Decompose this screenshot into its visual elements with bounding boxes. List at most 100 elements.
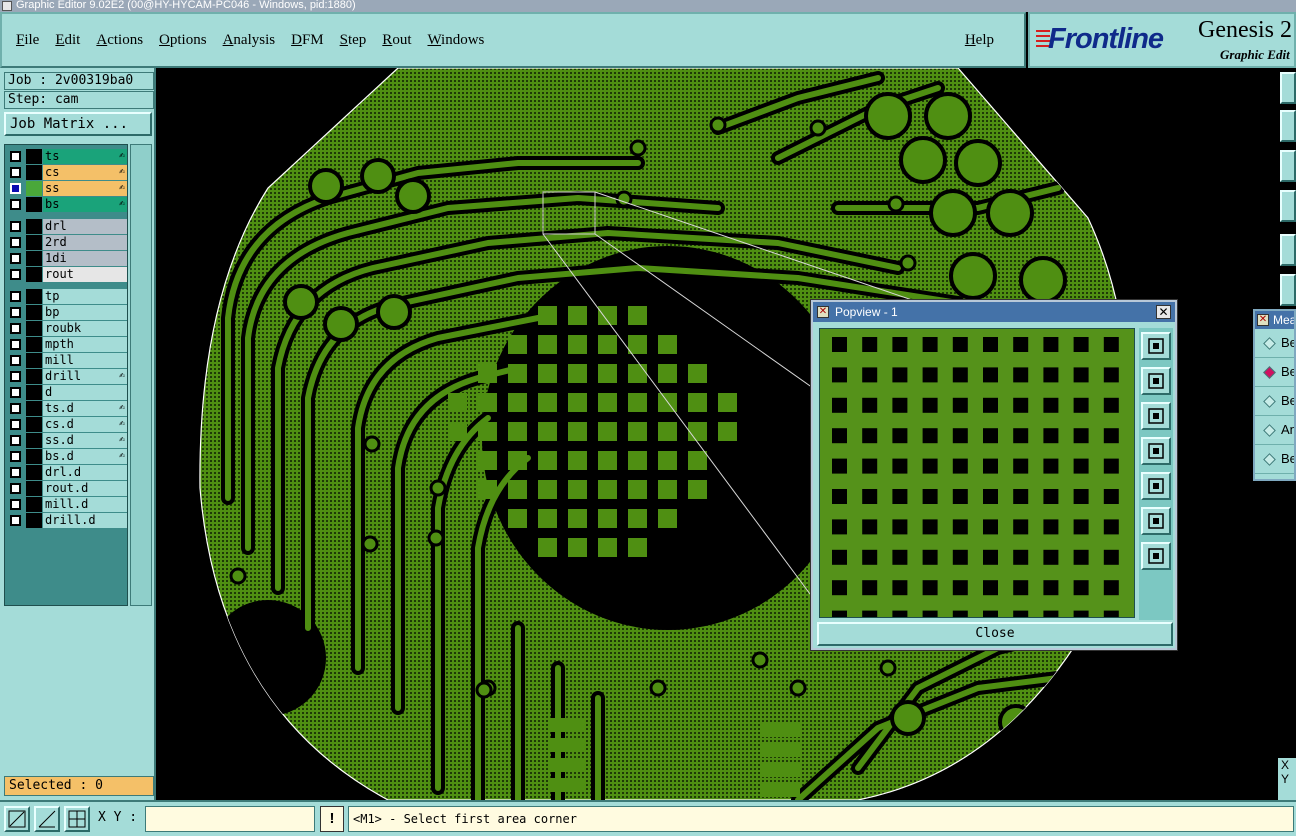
layer-checkbox[interactable] <box>10 403 21 414</box>
layer-checkbox[interactable] <box>10 387 21 398</box>
radio-diamond-icon[interactable] <box>1263 337 1276 350</box>
layer-work-marker[interactable] <box>26 513 42 528</box>
layer-row-ts[interactable]: ts ✍ <box>7 149 127 164</box>
popview-title-bar[interactable]: ✕ Popview - 1 ✕ <box>813 302 1175 322</box>
layer-row-1di[interactable]: 1di <box>7 251 127 266</box>
layer-label[interactable]: ts ✍ <box>43 149 127 164</box>
layer-row-d[interactable]: d <box>7 385 127 400</box>
measure-tool-icon[interactable] <box>34 806 60 832</box>
layer-work-marker[interactable] <box>26 251 42 266</box>
layer-row-bs-d[interactable]: bs.d ✍ <box>7 449 127 464</box>
layer-work-marker[interactable] <box>26 449 42 464</box>
layer-label[interactable]: d <box>43 385 127 400</box>
right-tool-1[interactable] <box>1280 72 1296 104</box>
radio-diamond-icon[interactable] <box>1263 395 1276 408</box>
layer-checkbox[interactable] <box>10 371 21 382</box>
layer-checkbox[interactable] <box>10 199 21 210</box>
layer-label[interactable]: drill.d <box>43 513 127 528</box>
pan-up-icon[interactable] <box>1141 367 1171 395</box>
pan-left-icon[interactable] <box>1141 437 1171 465</box>
layer-work-marker[interactable] <box>26 481 42 496</box>
layer-work-marker[interactable] <box>26 267 42 282</box>
job-matrix-button[interactable]: Job Matrix ... <box>4 112 152 136</box>
layer-row-rout-d[interactable]: rout.d <box>7 481 127 496</box>
layer-label[interactable]: bs.d ✍ <box>43 449 127 464</box>
measure-option[interactable]: Be <box>1255 387 1294 416</box>
measure-option[interactable]: Be <box>1255 358 1294 387</box>
layer-label[interactable]: cs ✍ <box>43 165 127 180</box>
grid-icon[interactable] <box>64 806 90 832</box>
layer-label[interactable]: ss.d ✍ <box>43 433 127 448</box>
right-tool-6[interactable] <box>1280 274 1296 306</box>
layer-label[interactable]: bp <box>43 305 127 320</box>
layer-row-ss-d[interactable]: ss.d ✍ <box>7 433 127 448</box>
measure-option[interactable]: Be <box>1255 445 1294 474</box>
layer-row-drl-d[interactable]: drl.d <box>7 465 127 480</box>
menu-actions[interactable]: Actions <box>96 32 143 49</box>
layer-row-drl[interactable]: drl <box>7 219 127 234</box>
layer-row-drill-d[interactable]: drill.d <box>7 513 127 528</box>
layer-label[interactable]: roubk <box>43 321 127 336</box>
menu-step[interactable]: Step <box>340 32 367 49</box>
menu-rout[interactable]: Rout <box>382 32 411 49</box>
layer-label[interactable]: mpth <box>43 337 127 352</box>
measure-title-bar[interactable]: ✕ Mea <box>1255 311 1294 329</box>
layer-row-rout[interactable]: rout <box>7 267 127 282</box>
layer-work-marker[interactable] <box>26 417 42 432</box>
layer-work-marker[interactable] <box>26 337 42 352</box>
layer-work-marker[interactable] <box>26 401 42 416</box>
layer-work-marker[interactable] <box>26 165 42 180</box>
right-tool-5[interactable] <box>1280 234 1296 266</box>
layer-label[interactable]: drl.d <box>43 465 127 480</box>
layer-checkbox[interactable] <box>10 183 21 194</box>
radio-diamond-icon[interactable] <box>1263 366 1276 379</box>
layer-checkbox[interactable] <box>10 339 21 350</box>
layer-row-mill[interactable]: mill <box>7 353 127 368</box>
menu-analysis[interactable]: Analysis <box>223 32 276 49</box>
layer-label[interactable]: rout <box>43 267 127 282</box>
layer-work-marker[interactable] <box>26 289 42 304</box>
popview-close-button[interactable]: Close <box>817 622 1173 646</box>
layer-work-marker[interactable] <box>26 385 42 400</box>
layer-row-cs-d[interactable]: cs.d ✍ <box>7 417 127 432</box>
layer-row-drill[interactable]: drill ✍ <box>7 369 127 384</box>
layer-label[interactable]: drl <box>43 219 127 234</box>
layer-work-marker[interactable] <box>26 321 42 336</box>
layer-row-2rd[interactable]: 2rd <box>7 235 127 250</box>
layer-row-bp[interactable]: bp <box>7 305 127 320</box>
layer-work-marker[interactable] <box>26 219 42 234</box>
layer-label[interactable]: cs.d ✍ <box>43 417 127 432</box>
menu-file[interactable]: File <box>16 32 39 49</box>
zoom-area-icon[interactable] <box>4 806 30 832</box>
measure-option[interactable]: Be <box>1255 329 1294 358</box>
radio-diamond-icon[interactable] <box>1263 453 1276 466</box>
layer-checkbox[interactable] <box>10 499 21 510</box>
layer-row-ss[interactable]: ss ✍ <box>7 181 127 196</box>
layer-checkbox[interactable] <box>10 307 21 318</box>
layer-work-marker[interactable] <box>26 369 42 384</box>
layer-work-marker[interactable] <box>26 305 42 320</box>
popview-close-icon[interactable]: ✕ <box>1156 305 1171 319</box>
layer-checkbox[interactable] <box>10 483 21 494</box>
layer-checkbox[interactable] <box>10 151 21 162</box>
menu-windows[interactable]: Windows <box>427 32 484 49</box>
zoom-out-icon[interactable] <box>1141 542 1171 570</box>
layer-checkbox[interactable] <box>10 451 21 462</box>
menu-options[interactable]: Options <box>159 32 207 49</box>
layer-label[interactable]: drill ✍ <box>43 369 127 384</box>
measure-window[interactable]: ✕ Mea Be Be Be An Be <box>1253 309 1296 481</box>
layer-work-marker[interactable] <box>26 353 42 368</box>
layer-row-mill-d[interactable]: mill.d <box>7 497 127 512</box>
radio-diamond-icon[interactable] <box>1263 424 1276 437</box>
layer-checkbox[interactable] <box>10 291 21 302</box>
pan-right-icon[interactable] <box>1141 472 1171 500</box>
layer-checkbox[interactable] <box>10 253 21 264</box>
layer-work-marker[interactable] <box>26 149 42 164</box>
layer-row-cs[interactable]: cs ✍ <box>7 165 127 180</box>
layer-list-scrollbar[interactable] <box>130 144 152 606</box>
layer-checkbox[interactable] <box>10 323 21 334</box>
layer-row-roubk[interactable]: roubk <box>7 321 127 336</box>
fit-icon[interactable] <box>1141 332 1171 360</box>
layer-work-marker[interactable] <box>26 497 42 512</box>
layer-label[interactable]: ts.d ✍ <box>43 401 127 416</box>
